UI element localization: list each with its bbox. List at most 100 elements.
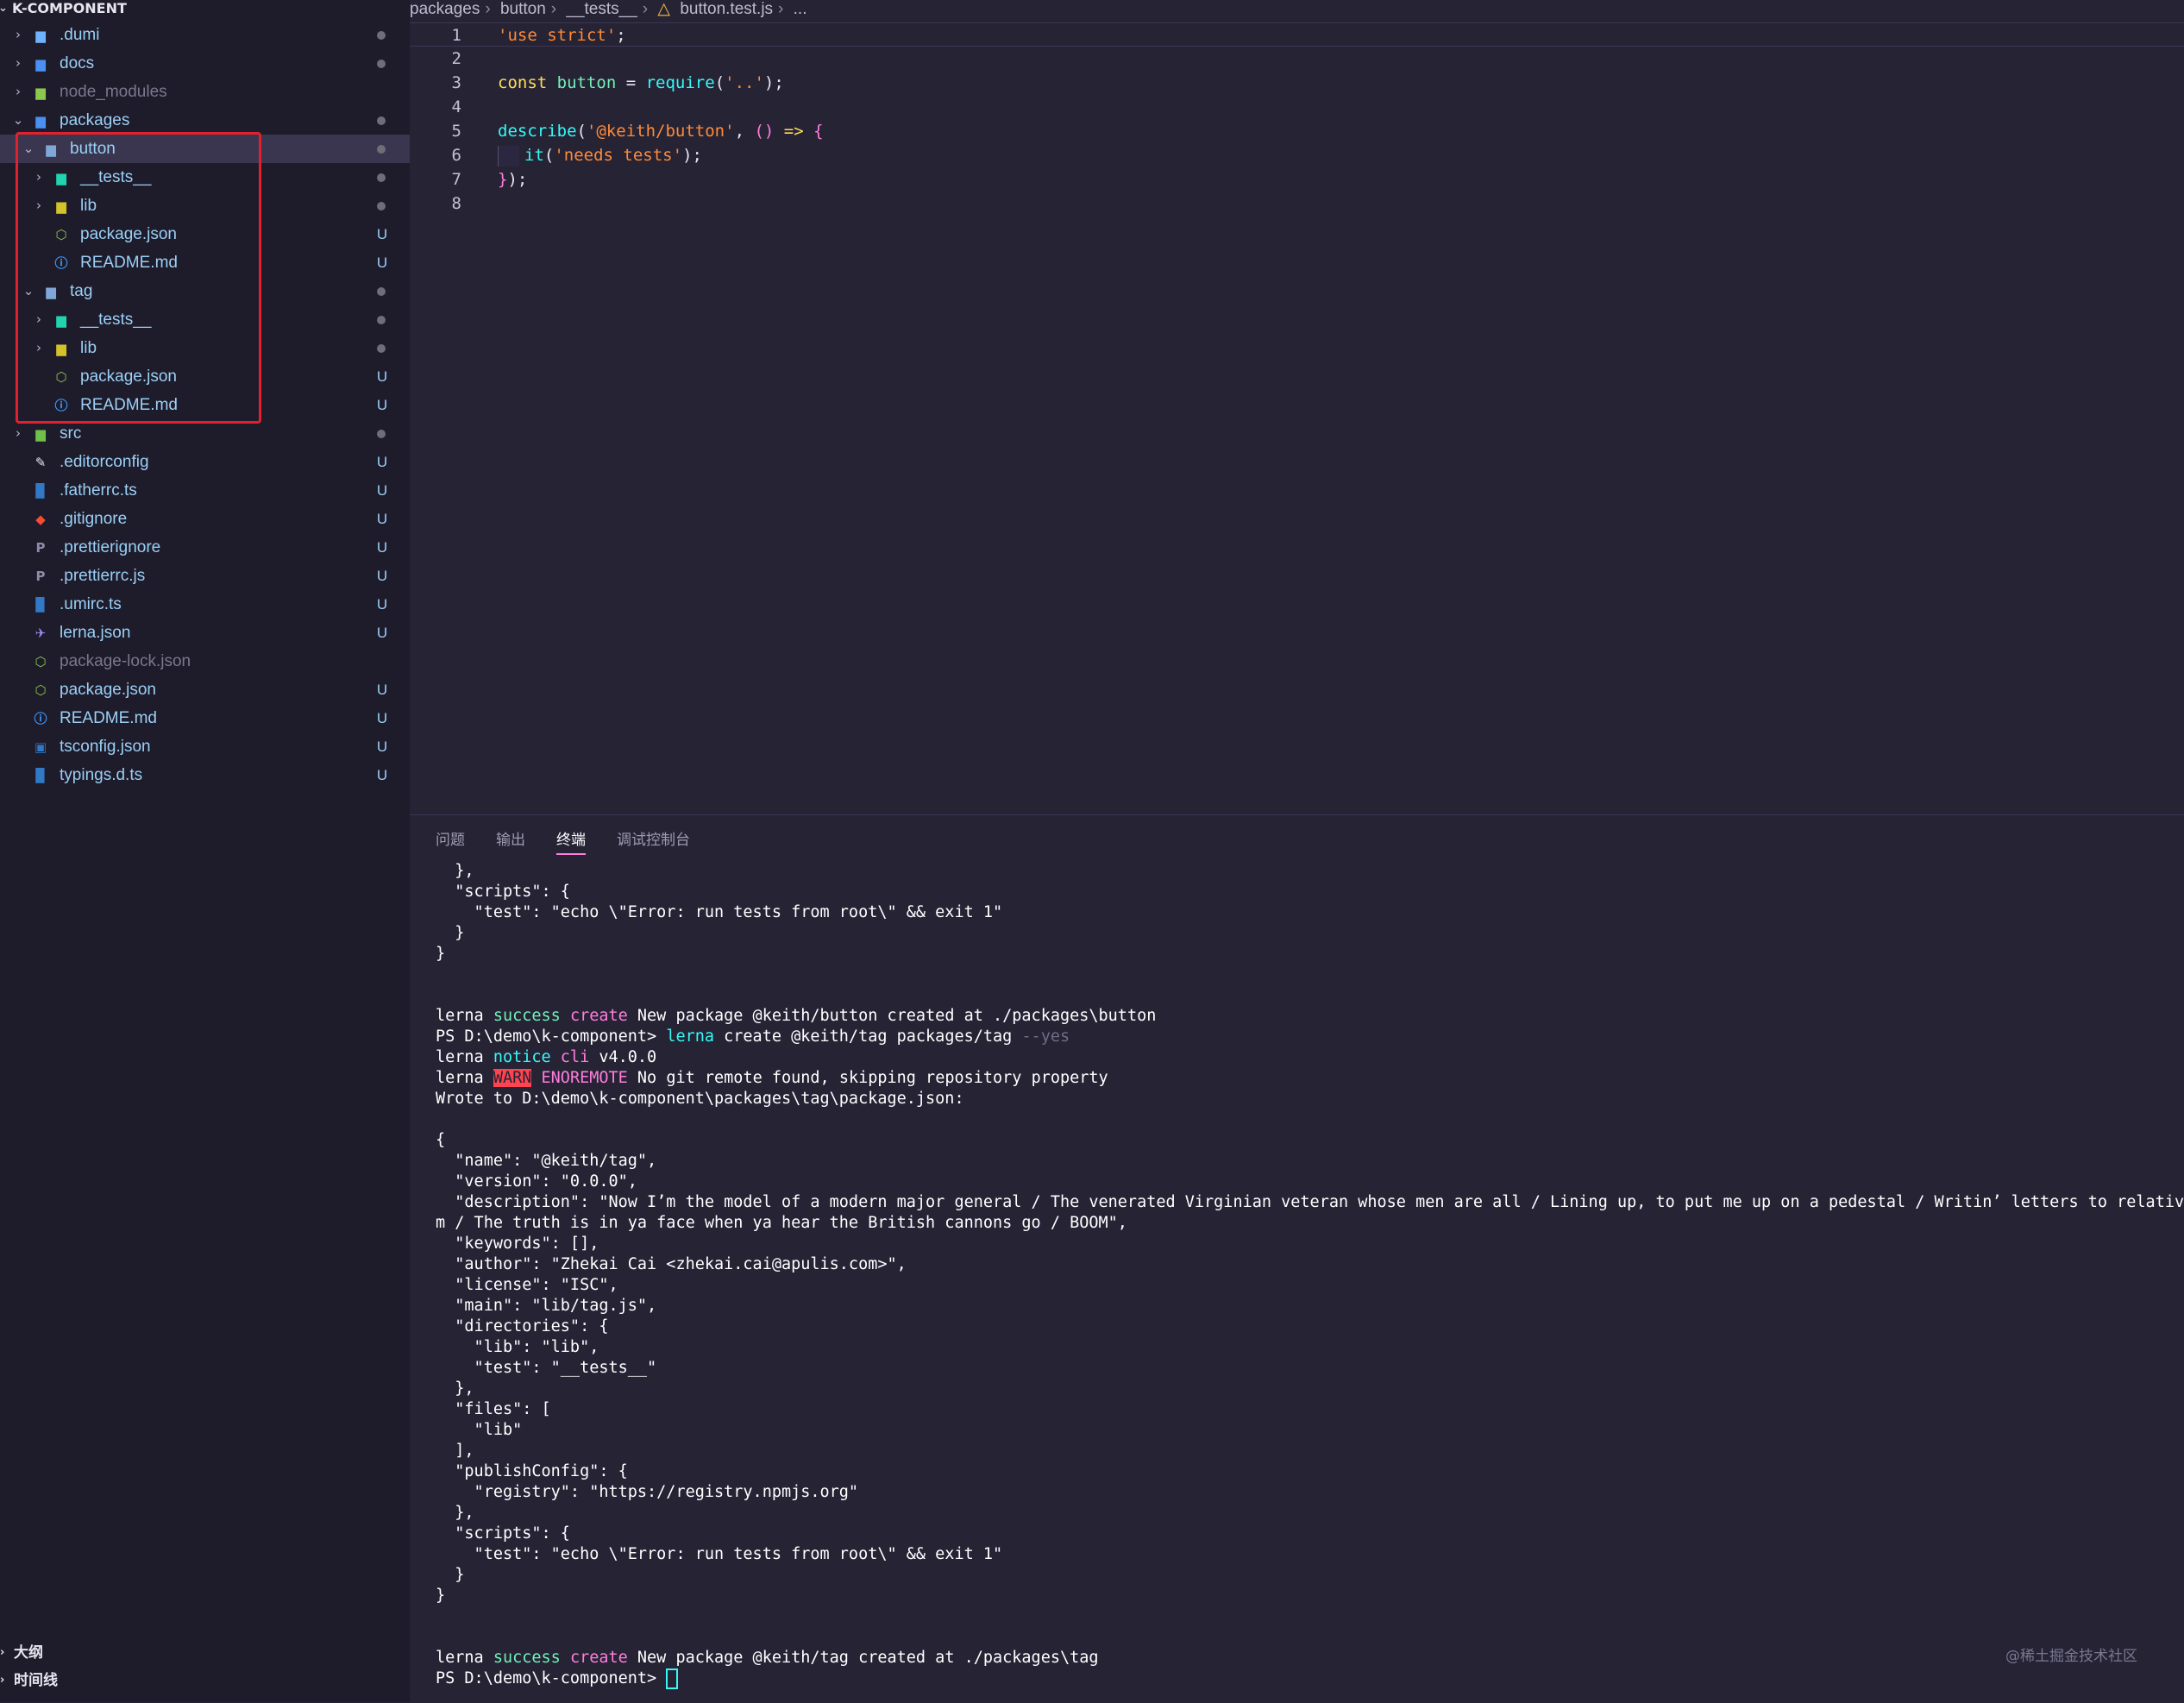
tab-debug-console[interactable]: 调试控制台: [617, 827, 690, 853]
terminal-text: }: [436, 945, 446, 963]
terminal-text: Wrote to D:\demo\k-component\packages\ta…: [436, 1090, 964, 1108]
chevron-right-icon[interactable]: ›: [0, 1639, 10, 1667]
chevron-right-icon[interactable]: ›: [10, 49, 26, 78]
terminal-line: },: [436, 1503, 474, 1524]
tree-item[interactable]: ⬡ package.json U: [0, 676, 410, 704]
terminal-text: "name": "@keith/tag",: [436, 1152, 657, 1170]
timeline-section[interactable]: › 时间线: [0, 1667, 410, 1694]
tree-item-label: .fatherrc.ts: [60, 481, 137, 500]
code-token: (: [576, 122, 587, 141]
chevron-right-icon: ›: [485, 0, 491, 18]
terminal-text: "registry": "https://registry.npmjs.org": [436, 1483, 859, 1501]
typescript-icon: ▉: [35, 597, 46, 613]
tab-problems[interactable]: 问题: [436, 827, 465, 853]
terminal-line: "lib": "lib",: [436, 1337, 599, 1358]
terminal-line: }: [436, 944, 445, 965]
indent-guide: [498, 145, 519, 167]
breadcrumb-item-file[interactable]: button.test.js: [680, 0, 773, 18]
terminal-text: create: [569, 1007, 637, 1025]
outline-section[interactable]: › 大纲: [0, 1639, 410, 1667]
tree-item[interactable]: › ▆ .dumi: [0, 21, 410, 49]
terminal-line: "test": "__tests__": [436, 1358, 657, 1379]
terminal-text: ],: [436, 1442, 474, 1460]
chevron-right-icon[interactable]: ›: [10, 21, 26, 49]
code-line[interactable]: 3 const button = require('..');: [410, 71, 2184, 95]
terminal-cursor[interactable]: [666, 1668, 679, 1689]
tree-item[interactable]: P .prettierignore U: [0, 533, 410, 562]
prettier-icon: P: [35, 540, 46, 556]
tree-item[interactable]: ▉ .fatherrc.ts U: [0, 476, 410, 505]
git-status-badge: U: [376, 738, 388, 755]
code-editor[interactable]: 1'use strict'; 2 3 const button = require('…: [410, 22, 2184, 813]
chevron-right-icon: ›: [642, 0, 649, 18]
code-token: );: [682, 146, 702, 165]
code-line[interactable]: 2: [410, 47, 2184, 71]
nodejs-icon: ⬡: [35, 654, 47, 669]
code-line[interactable]: 4: [410, 95, 2184, 119]
terminal-text: "test": "echo \"Error: run tests from ro…: [436, 903, 1003, 921]
terminal-text: lerna: [436, 1048, 493, 1066]
code-token: );: [763, 73, 784, 92]
chevron-right-icon[interactable]: ›: [10, 78, 26, 106]
tree-item-label: .editorconfig: [60, 453, 149, 471]
terminal-text: },: [436, 862, 474, 880]
terminal-line: "keywords": [],: [436, 1234, 599, 1254]
tree-item[interactable]: ✈ lerna.json U: [0, 619, 410, 647]
typescript-def-icon: ▉: [35, 768, 46, 783]
git-status-badge: U: [376, 226, 388, 242]
terminal-line: "scripts": {: [436, 1524, 570, 1544]
tree-item[interactable]: P .prettierrc.js U: [0, 562, 410, 590]
terminal-line: "main": "lib/tag.js",: [436, 1296, 656, 1317]
modified-dot: [377, 287, 386, 296]
terminal-text: lerna: [436, 1069, 493, 1087]
chevron-down-icon[interactable]: ⌄: [0, 0, 9, 17]
chevron-right-icon[interactable]: ›: [0, 1667, 10, 1694]
git-status-badge: U: [376, 482, 388, 499]
tree-item[interactable]: ▉ typings.d.ts U: [0, 761, 410, 789]
code-line[interactable]: 5 describe('@keith/button', () => {: [410, 119, 2184, 143]
tree-item[interactable]: ✎ .editorconfig U: [0, 448, 410, 476]
code-token: =: [625, 73, 646, 92]
tsconfig-icon: ▣: [34, 739, 47, 755]
tree-item-label: packages: [60, 111, 130, 129]
tree-item-label: tsconfig.json: [60, 738, 151, 756]
terminal-text: "test": "__tests__": [436, 1359, 657, 1377]
breadcrumb-item-button[interactable]: button: [500, 0, 546, 18]
code-token: =>: [783, 122, 814, 141]
tree-item[interactable]: ⓘ README.md U: [0, 704, 410, 732]
typescript-icon: ▉: [35, 483, 46, 499]
chevron-right-icon: ›: [778, 0, 784, 18]
code-line[interactable]: 7});: [410, 167, 2184, 192]
code-line[interactable]: 1 'use strict';: [410, 22, 2184, 47]
terminal-text: "scripts": {: [436, 1524, 570, 1543]
tree-item[interactable]: ◆ .gitignore U: [0, 505, 410, 533]
tree-item[interactable]: ▉ .umirc.ts U: [0, 590, 410, 619]
git-status-badge: U: [376, 368, 388, 385]
tree-item[interactable]: ⌄ ▆ packages: [0, 106, 410, 135]
tree-item[interactable]: ⬡ package-lock.json: [0, 647, 410, 676]
tree-item-label: .dumi: [60, 26, 100, 44]
modified-dot: [377, 344, 386, 353]
terminal-text: "main": "lib/tag.js",: [436, 1297, 657, 1315]
line-number: 1: [451, 26, 461, 45]
terminal-line: "description": "Now I’m the model of a m…: [436, 1192, 2184, 1213]
code-line[interactable]: 8: [410, 192, 2184, 216]
terminal-text: PS D:\demo\k-component>: [436, 1027, 667, 1046]
explorer-header[interactable]: ⌄ K-COMPONENT: [0, 0, 410, 17]
modified-dot: [377, 430, 386, 438]
breadcrumb-item-more[interactable]: ...: [794, 0, 807, 18]
chevron-down-icon[interactable]: ⌄: [10, 106, 26, 135]
terminal-text: m / The truth is in ya face when ya hear…: [436, 1214, 1127, 1232]
breadcrumb-item-tests[interactable]: __tests__: [566, 0, 637, 18]
tree-item[interactable]: › ▆ docs: [0, 49, 410, 78]
tree-item[interactable]: ▣ tsconfig.json U: [0, 732, 410, 761]
tab-output[interactable]: 输出: [496, 827, 525, 853]
terminal-line: "files": [: [436, 1399, 550, 1420]
code-line[interactable]: 6 it('needs tests');: [410, 143, 2184, 167]
terminal-line: Wrote to D:\demo\k-component\packages\ta…: [436, 1089, 964, 1109]
terminal-text: WARN: [493, 1069, 532, 1087]
breadcrumb-item-packages[interactable]: packages: [410, 0, 480, 18]
tree-item[interactable]: › ▆ node_modules: [0, 78, 410, 106]
line-number: 8: [451, 194, 461, 213]
tab-terminal[interactable]: 终端: [556, 827, 586, 855]
